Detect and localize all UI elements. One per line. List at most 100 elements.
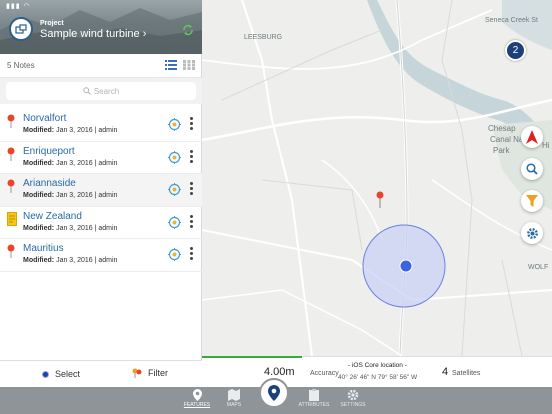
note-title: Mauritius bbox=[23, 243, 64, 254]
map-label-wolf: WOLF bbox=[528, 264, 549, 271]
note-modified: Modified: Jan 3, 2016 | admin bbox=[23, 225, 117, 232]
locate-target-icon[interactable] bbox=[168, 150, 181, 164]
status-bar-icons: ▮▮▮ ◠ bbox=[6, 3, 31, 10]
current-location-dot bbox=[399, 259, 413, 273]
project-name[interactable]: Sample wind turbine › bbox=[40, 28, 146, 40]
modified-value: Jan 3, 2016 | admin bbox=[56, 257, 118, 264]
tab-label: ATTRIBUTES bbox=[298, 402, 330, 408]
add-pin-icon bbox=[268, 385, 280, 401]
search-placeholder: Search bbox=[93, 86, 120, 96]
map-settings-button[interactable] bbox=[521, 222, 543, 244]
pin-icon bbox=[7, 147, 15, 161]
map-view[interactable]: LEESBURG Seneca Creek St Chesap Canal Na… bbox=[202, 0, 552, 356]
modified-label: Modified: bbox=[23, 224, 55, 232]
filter-pins-icon bbox=[132, 368, 142, 378]
modified-value: Jan 3, 2016 | admin bbox=[56, 159, 118, 167]
list-footer: Select Filter bbox=[0, 360, 202, 387]
map-pin-icon[interactable] bbox=[376, 191, 384, 209]
features-panel: ▮▮▮ ◠ Project Sample wind turbine › 5 No… bbox=[0, 0, 202, 387]
filter-funnel-icon bbox=[526, 195, 538, 207]
more-options-icon[interactable] bbox=[190, 149, 193, 165]
pin-icon bbox=[7, 244, 15, 258]
location-coordinates: 40° 26' 46" N 79° 58' 56" W bbox=[338, 374, 418, 381]
pin-icon bbox=[7, 179, 15, 193]
select-icon bbox=[42, 370, 49, 378]
pin-icon bbox=[192, 389, 202, 401]
chevron-right-icon: › bbox=[142, 28, 147, 40]
satellites-label: Satellites bbox=[452, 370, 481, 377]
more-options-icon[interactable] bbox=[190, 214, 193, 230]
project-icon bbox=[9, 17, 33, 41]
note-modified: Modified: Jan 3, 2016 | admin bbox=[23, 257, 117, 264]
map-label-leesburg: LEESBURG bbox=[244, 34, 283, 41]
note-modified: Modified: Jan 3, 2016 | admin bbox=[23, 160, 117, 167]
note-title: New Zealand bbox=[23, 210, 82, 222]
list-view-icon[interactable] bbox=[165, 60, 177, 70]
locate-target-icon[interactable] bbox=[168, 118, 181, 131]
map-label-seneca: Seneca Creek St bbox=[485, 17, 538, 24]
satellites-value: 4 bbox=[442, 366, 449, 378]
map-label-hi: Hi bbox=[542, 141, 550, 150]
accuracy-value: 4.00m bbox=[264, 366, 295, 378]
note-title: Norvalfort bbox=[23, 113, 67, 124]
filter-label: Filter bbox=[148, 368, 168, 378]
select-label: Select bbox=[55, 369, 81, 379]
compass-button[interactable] bbox=[521, 126, 543, 148]
list-item[interactable]: New Zealand Modified: Jan 3, 2016 | admi… bbox=[0, 207, 202, 239]
list-item[interactable]: Mauritius Modified: Jan 3, 2016 | admin bbox=[0, 239, 202, 272]
tab-label: SETTINGS bbox=[340, 402, 366, 408]
gear-icon bbox=[347, 389, 359, 401]
grid-view-icon[interactable] bbox=[183, 60, 195, 70]
tab-label: FEATURES bbox=[183, 402, 211, 408]
gear-icon bbox=[526, 227, 538, 239]
locate-target-icon[interactable] bbox=[168, 215, 181, 229]
pin-icon bbox=[7, 114, 15, 128]
gps-progress-bar bbox=[202, 356, 302, 358]
map-label-chesap: Chesap bbox=[488, 124, 516, 133]
map-filter-button[interactable] bbox=[521, 190, 543, 212]
select-button[interactable]: Select bbox=[42, 369, 80, 379]
accuracy-label: Accuracy bbox=[310, 370, 339, 377]
north-arrow-icon bbox=[526, 130, 538, 144]
note-title: Enriqueport bbox=[23, 145, 75, 157]
list-item[interactable]: Ariannaside Modified: Jan 3, 2016 | admi… bbox=[0, 174, 202, 207]
map-search-button[interactable] bbox=[521, 158, 543, 180]
list-item[interactable]: Enriqueport Modified: Jan 3, 2016 | admi… bbox=[0, 142, 202, 174]
modified-label: Modified: bbox=[23, 127, 55, 134]
project-header[interactable]: ▮▮▮ ◠ Project Sample wind turbine › bbox=[0, 0, 202, 54]
notes-toolbar: 5 Notes bbox=[0, 54, 202, 78]
note-modified: Modified: Jan 3, 2016 | admin bbox=[23, 192, 117, 199]
tab-settings[interactable]: SETTINGS bbox=[333, 389, 373, 408]
search-bar: Search bbox=[0, 78, 202, 104]
location-source-title: - iOS Core location - bbox=[348, 362, 407, 369]
modified-value: Jan 3, 2016 | admin bbox=[56, 127, 118, 134]
map-label-park: Park bbox=[493, 146, 510, 155]
add-feature-button[interactable] bbox=[259, 378, 289, 408]
note-modified: Modified: Jan 3, 2016 | admin bbox=[23, 127, 117, 134]
note-icon bbox=[7, 211, 17, 226]
notes-list: Norvalfort Modified: Jan 3, 2016 | admin… bbox=[0, 109, 202, 272]
sync-icon[interactable] bbox=[182, 24, 194, 36]
locate-target-icon[interactable] bbox=[168, 248, 181, 261]
more-options-icon[interactable] bbox=[190, 117, 193, 132]
project-name-text: Sample wind turbine bbox=[40, 28, 140, 40]
filter-button[interactable]: Filter bbox=[131, 368, 168, 378]
search-icon bbox=[83, 87, 91, 95]
search-input[interactable]: Search bbox=[6, 82, 196, 100]
modified-label: Modified: bbox=[23, 192, 55, 199]
more-options-icon[interactable] bbox=[190, 182, 193, 197]
tab-maps[interactable]: MAPS bbox=[214, 389, 254, 408]
modified-label: Modified: bbox=[23, 257, 55, 264]
modified-value: Jan 3, 2016 | admin bbox=[56, 192, 118, 199]
tab-label: MAPS bbox=[226, 402, 242, 408]
map-tiles bbox=[202, 0, 552, 356]
app-root: ▮▮▮ ◠ Project Sample wind turbine › 5 No… bbox=[0, 0, 552, 414]
list-item[interactable]: Norvalfort Modified: Jan 3, 2016 | admin bbox=[0, 109, 202, 142]
gps-status-bar: 4.00m Accuracy - iOS Core location - 40°… bbox=[202, 356, 552, 387]
tab-features[interactable]: FEATURES bbox=[177, 389, 217, 408]
modified-value: Jan 3, 2016 | admin bbox=[56, 224, 118, 232]
more-options-icon[interactable] bbox=[190, 247, 193, 262]
tab-attributes[interactable]: ATTRIBUTES bbox=[294, 389, 334, 408]
locate-target-icon[interactable] bbox=[168, 183, 181, 196]
cluster-marker[interactable]: 2 bbox=[505, 40, 526, 61]
